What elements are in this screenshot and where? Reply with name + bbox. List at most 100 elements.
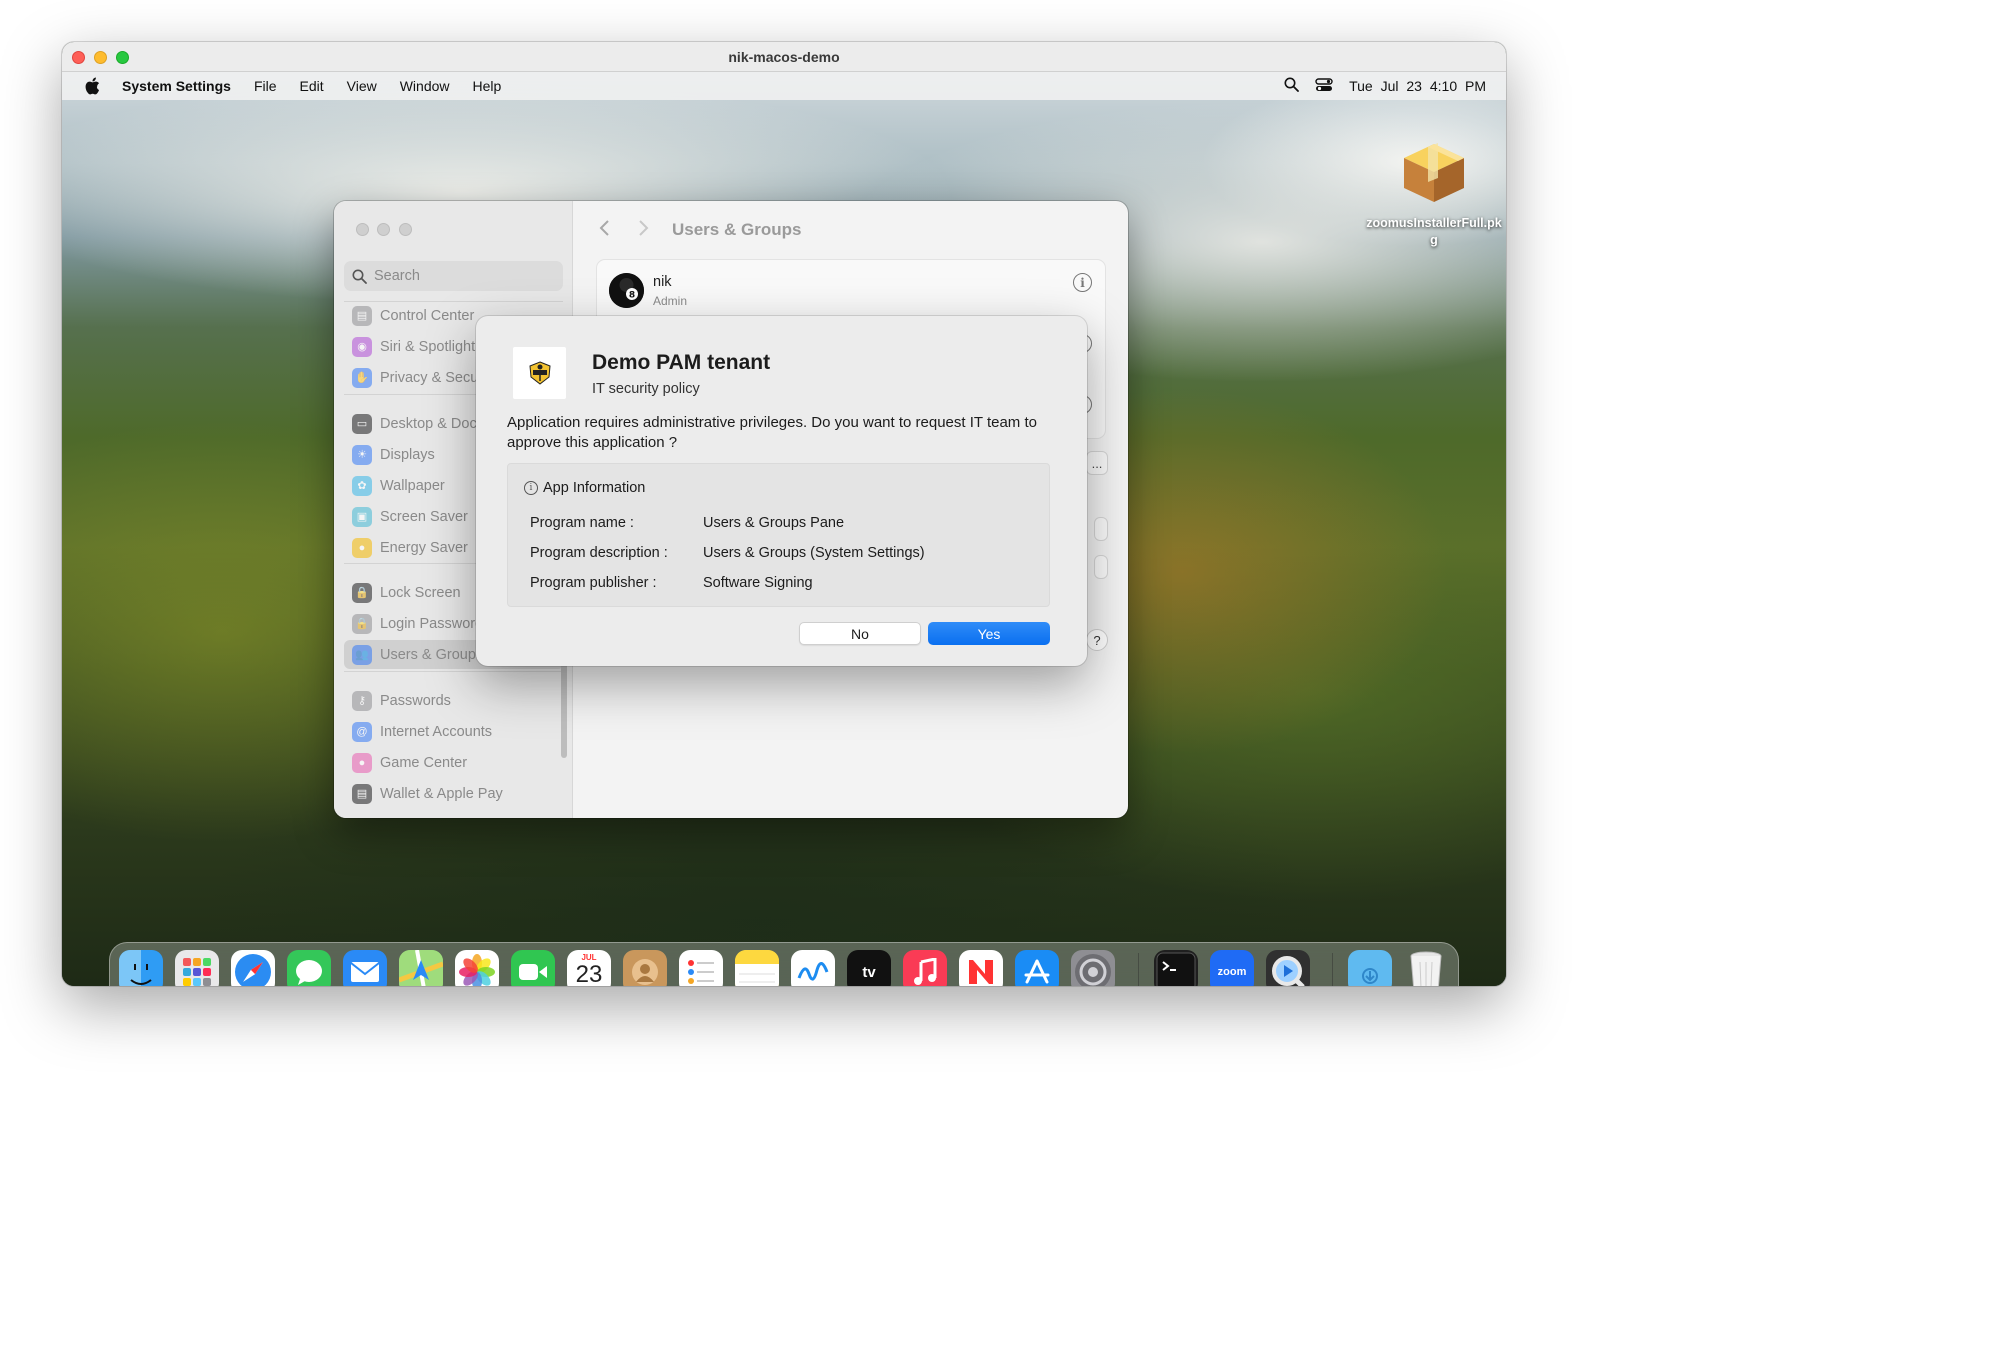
pane-title: Users & Groups xyxy=(672,220,802,239)
at-icon: @ xyxy=(352,721,372,742)
sidebar-item-game-center[interactable]: ● Game Center xyxy=(344,748,564,777)
maps-icon[interactable] xyxy=(399,950,443,986)
yes-button[interactable]: Yes xyxy=(928,622,1050,645)
control-center-icon[interactable] xyxy=(1315,77,1333,95)
dialog-subtitle: IT security policy xyxy=(592,381,700,397)
desktop-file[interactable]: zoomusInstallerFull.pkg xyxy=(1364,138,1504,249)
reminders-icon[interactable] xyxy=(679,950,723,986)
menu-edit[interactable]: Edit xyxy=(300,78,324,94)
lock-icon: 🔒 xyxy=(352,613,372,634)
dialog-message: Application requires administrative priv… xyxy=(507,414,1037,451)
menubar-clock[interactable]: Tue Jul 23 4:10 PM xyxy=(1349,78,1486,94)
apple-tv-icon[interactable]: tv xyxy=(847,950,891,986)
contacts-icon[interactable] xyxy=(623,950,667,986)
program-name-label: Program name : xyxy=(530,515,634,531)
downloads-folder-icon[interactable] xyxy=(1348,950,1392,986)
sidebar-item-label: Passwords xyxy=(380,692,451,709)
svg-text:8: 8 xyxy=(629,291,635,301)
apple-menu-icon[interactable] xyxy=(82,76,102,96)
messages-icon[interactable] xyxy=(287,950,331,986)
menu-help[interactable]: Help xyxy=(473,78,502,94)
no-button[interactable]: No xyxy=(799,622,921,645)
sidebar-item-label: Siri & Spotlight xyxy=(380,338,476,355)
vm-titlebar: nik-macos-demo xyxy=(62,42,1506,72)
zoom-icon[interactable]: zoom xyxy=(1210,950,1254,986)
sidebar-item-label: Wallpaper xyxy=(380,477,445,494)
program-description-value: Users & Groups (System Settings) xyxy=(703,545,925,561)
info-icon: i xyxy=(524,481,538,495)
launchpad-icon[interactable] xyxy=(175,950,219,986)
wallet-icon: ▤ xyxy=(352,783,372,804)
mail-icon[interactable] xyxy=(343,950,387,986)
flower-icon: ✿ xyxy=(352,475,372,496)
user-info-icon[interactable]: i xyxy=(1073,273,1092,292)
settings-search-input[interactable]: Search xyxy=(344,261,563,291)
dock-separator xyxy=(1138,953,1139,986)
key-icon: ⚷ xyxy=(352,690,372,711)
menu-bar: System Settings File Edit View Window He… xyxy=(62,72,1506,100)
sidebar-item-wallet-apple-pay[interactable]: ▤ Wallet & Apple Pay xyxy=(344,779,564,808)
edge-button[interactable] xyxy=(1094,555,1108,579)
more-button[interactable]: ... xyxy=(1086,451,1108,475)
forward-button[interactable] xyxy=(638,218,650,244)
news-icon[interactable] xyxy=(959,950,1003,986)
apple-tv-text: tv xyxy=(862,963,876,981)
menu-file[interactable]: File xyxy=(254,78,277,94)
user-role: Admin xyxy=(653,294,688,308)
music-icon[interactable] xyxy=(903,950,947,986)
package-icon xyxy=(1404,143,1464,202)
hand-icon: ✋ xyxy=(352,367,372,388)
dock-separator xyxy=(1332,953,1333,986)
sidebar-item-label: Login Password xyxy=(380,615,484,632)
calendar-icon[interactable]: JUL 23 xyxy=(567,950,611,986)
safari-icon[interactable] xyxy=(231,950,275,986)
program-name-value: Users & Groups Pane xyxy=(703,515,845,531)
program-description-label: Program description : xyxy=(530,545,668,561)
notes-icon[interactable] xyxy=(735,950,779,986)
search-icon xyxy=(352,269,367,284)
sidebar-item-label: Displays xyxy=(380,446,435,463)
zoom-text: zoom xyxy=(1217,966,1247,978)
terminal-icon[interactable] xyxy=(1154,950,1198,986)
freeform-icon[interactable] xyxy=(791,950,835,986)
settings-close-button[interactable] xyxy=(356,223,369,236)
sidebar-item-label: Desktop & Dock xyxy=(380,415,484,432)
quicktime-icon[interactable] xyxy=(1266,950,1310,986)
sidebar-item-label: Lock Screen xyxy=(380,584,461,601)
app-store-icon[interactable] xyxy=(1015,950,1059,986)
trash-icon[interactable] xyxy=(1404,950,1448,986)
spotlight-search-icon[interactable] xyxy=(1284,77,1300,95)
facetime-icon[interactable] xyxy=(511,950,555,986)
settings-zoom-button[interactable] xyxy=(399,223,412,236)
dock-icon: ▭ xyxy=(352,413,372,434)
sidebar-item-label: Wallet & Apple Pay xyxy=(380,785,503,802)
menu-window[interactable]: Window xyxy=(400,78,450,94)
menu-view[interactable]: View xyxy=(347,78,377,94)
search-placeholder: Search xyxy=(374,268,420,284)
vm-title: nik-macos-demo xyxy=(728,49,840,65)
sidebar-item-internet-accounts[interactable]: @ Internet Accounts xyxy=(344,717,564,746)
sidebar-item-passwords[interactable]: ⚷ Passwords xyxy=(344,686,564,715)
siri-icon: ◉ xyxy=(352,336,372,357)
sidebar-item-label: Users & Groups xyxy=(380,646,484,663)
help-button[interactable]: ? xyxy=(1086,629,1108,651)
tenant-logo xyxy=(513,347,566,399)
program-publisher-label: Program publisher : xyxy=(530,575,657,591)
sidebar-item-label: Control Center xyxy=(380,307,475,324)
edge-button[interactable] xyxy=(1094,517,1108,541)
app-information-box: i App Information Program name : Users &… xyxy=(507,463,1050,607)
photos-icon[interactable] xyxy=(455,950,499,986)
finder-icon[interactable] xyxy=(119,950,163,986)
users-icon: 👥 xyxy=(352,644,372,665)
calendar-day: 23 xyxy=(575,961,603,987)
system-settings-icon[interactable] xyxy=(1071,950,1115,986)
program-publisher-value: Software Signing xyxy=(703,575,813,591)
sidebar-scrollbar[interactable] xyxy=(561,663,567,758)
back-button[interactable] xyxy=(598,218,610,244)
screen-saver-icon: ▣ xyxy=(352,506,372,527)
user-avatar[interactable]: 8 xyxy=(609,273,644,308)
desktop: System Settings File Edit View Window He… xyxy=(62,72,1506,986)
menu-app-name[interactable]: System Settings xyxy=(122,78,231,94)
user-name: nik xyxy=(653,274,672,290)
settings-minimize-button[interactable] xyxy=(377,223,390,236)
